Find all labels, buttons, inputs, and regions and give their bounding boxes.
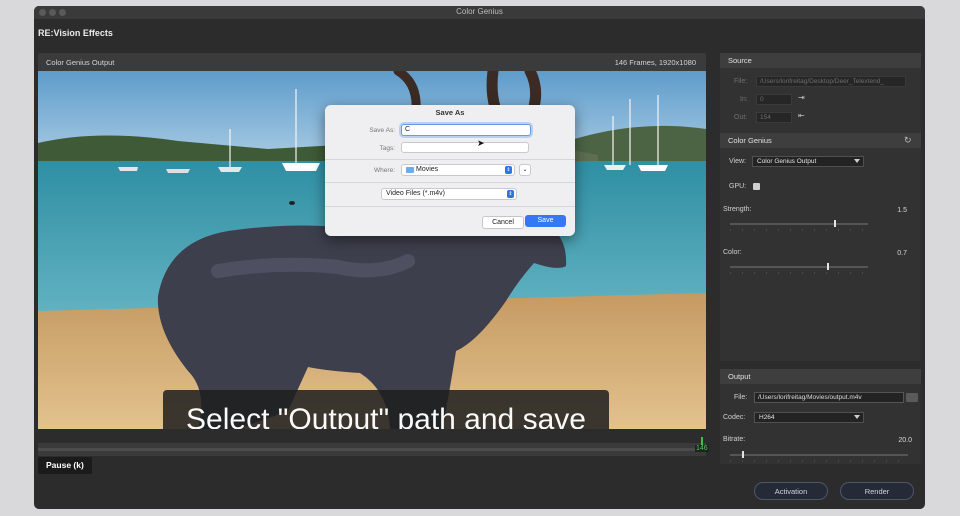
bitrate-slider[interactable] [730,451,908,462]
where-value: Movies [416,166,439,173]
strength-value: 1.5 [897,207,907,214]
timeline-scrubber[interactable]: 146 [38,437,709,456]
expand-browser-button[interactable]: ⌄ [519,164,531,176]
dialog-divider [325,182,575,183]
codec-select[interactable]: H264 [754,412,864,423]
output-panel: Output File: /Users/lorifreitag/Movies/o… [720,369,921,464]
activation-button[interactable]: Activation [754,482,828,500]
chevron-updown-icon: ⇕ [507,190,514,198]
bitrate-value: 20.0 [898,437,912,444]
slider-ticks [730,272,868,274]
color-value: 0.7 [897,250,907,257]
output-header: Output [720,369,921,384]
dialog-divider [325,159,575,160]
out-label: Out: [734,114,748,121]
cancel-button[interactable]: Cancel [482,216,524,229]
set-in-point-icon[interactable]: ⇥ [798,93,805,102]
view-label: View: [729,158,746,165]
timeline-track [38,448,706,451]
viewer-label: Color Genius Output [46,58,115,67]
save-as-filename-input[interactable]: C [401,124,531,136]
gpu-label: GPU: [729,183,747,190]
slider-ticks [730,229,868,231]
pause-button[interactable]: Pause (k) [38,457,92,474]
view-value: Color Genius Output [757,158,817,165]
save-as-dialog: Save As Save As: C Tags: Where: Movies ⇕… [325,105,575,236]
chevron-down-icon: ⌄ [522,167,528,173]
tags-input[interactable] [401,142,529,153]
save-as-label: Save As: [369,127,395,134]
subtitle-caption: Select "Output" path and save [163,390,609,429]
mouse-cursor-icon: ➤ [477,138,485,148]
chevron-down-icon [854,159,860,163]
color-genius-panel: Color Genius ↻ View: Color Genius Output… [720,133,921,361]
tags-label: Tags: [379,145,395,152]
browse-folder-icon[interactable] [906,393,918,402]
viewer-info: 146 Frames, 1920x1080 [614,58,696,67]
color-label: Color: [723,249,742,256]
slider-ticks [730,460,908,462]
gpu-checkbox[interactable] [753,183,760,190]
viewer-header: Color Genius Output 146 Frames, 1920x108… [38,53,706,71]
strength-slider[interactable] [730,220,868,231]
video-preview[interactable]: Select "Output" path and save Save As Sa… [38,71,706,429]
chevron-down-icon [854,415,860,419]
folder-icon [406,167,414,173]
output-file-label: File: [734,394,748,401]
playhead-handle[interactable] [701,437,703,445]
file-format-select[interactable]: Video Files (*.m4v) ⇕ [381,188,517,200]
reset-icon[interactable]: ↻ [904,135,912,146]
app-window: Color Genius RE:Vision Effects Color Gen… [34,6,925,509]
title-bar: Color Genius [34,6,925,19]
in-label: In: [740,96,748,103]
color-genius-header: Color Genius [720,133,921,148]
dialog-title: Save As [435,108,465,117]
in-frame-input[interactable]: 0 [756,94,792,105]
source-header: Source [720,53,921,68]
strength-label: Strength: [723,206,752,213]
set-out-point-icon[interactable]: ⇤ [798,111,805,120]
render-button[interactable]: Render [840,482,914,500]
file-format-value: Video Files (*.m4v) [386,190,446,197]
bitrate-label: Bitrate: [723,436,746,443]
source-file-label: File: [734,78,748,85]
window-title: Color Genius [456,7,503,16]
bitrate-slider-handle[interactable] [742,451,744,458]
dialog-divider [325,206,575,207]
brand-title: RE:Vision Effects [38,28,113,38]
color-slider[interactable] [730,263,868,274]
source-file-input[interactable]: /Users/lorifreitag/Desktop/Deer_Telexten… [756,76,906,87]
where-location-select[interactable]: Movies ⇕ [401,164,515,176]
out-frame-input[interactable]: 154 [756,112,792,123]
frame-counter: 146 [695,445,709,452]
where-label: Where: [374,167,395,174]
codec-value: H264 [759,414,775,421]
color-slider-handle[interactable] [827,263,829,270]
codec-label: Codec: [723,414,746,421]
view-select[interactable]: Color Genius Output [752,156,864,167]
strength-slider-handle[interactable] [834,220,836,227]
source-panel: Source File: /Users/lorifreitag/Desktop/… [720,53,921,133]
chevron-updown-icon: ⇕ [505,166,512,174]
save-button[interactable]: Save [525,215,566,227]
output-file-input[interactable]: /Users/lorifreitag/Movies/output.m4v [754,392,904,403]
